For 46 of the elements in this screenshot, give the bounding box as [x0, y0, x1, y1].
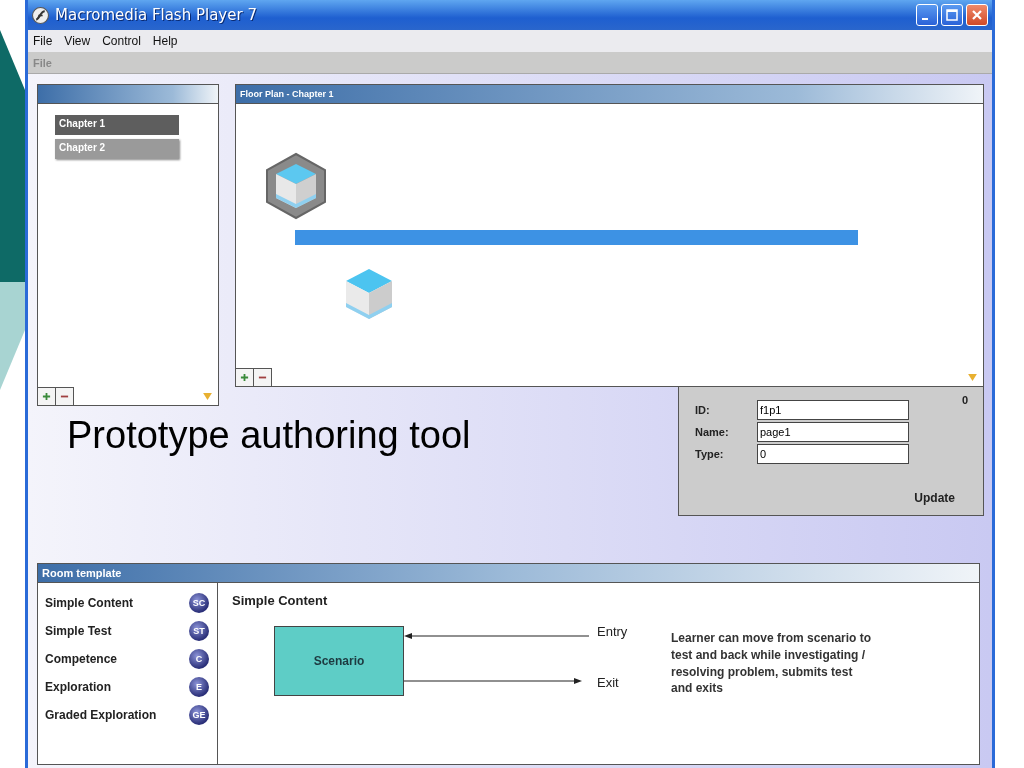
input-field[interactable]: f1p1 [757, 400, 909, 420]
menu-item[interactable]: File [33, 34, 53, 48]
counter: 0 [961, 394, 968, 406]
template-badge[interactable]: ST [189, 621, 209, 641]
template-item[interactable]: Graded Exploration [45, 708, 157, 722]
template-item[interactable]: Simple Test [45, 624, 112, 638]
template-description: Learner can move from scenario to test and back while investigating / resolving problem, submits test and exits [671, 630, 872, 698]
slide-caption: Prototype authoring tool [67, 414, 471, 457]
menu-item[interactable]: Help [152, 34, 178, 48]
close-button[interactable] [966, 4, 988, 26]
window-title: Macromedia Flash Player 7 [55, 6, 257, 24]
template-badge[interactable]: GE [189, 705, 209, 725]
menu-item[interactable]: Control [102, 34, 141, 48]
input-field[interactable]: 0 [757, 444, 909, 464]
remove-button[interactable] [254, 368, 272, 386]
template-item[interactable]: Exploration [45, 680, 111, 694]
template-badge[interactable]: C [189, 649, 209, 669]
remove-button[interactable] [56, 387, 74, 405]
template-item[interactable]: Competence [45, 652, 118, 666]
minimize-icon [922, 18, 928, 20]
update-button[interactable]: Update [914, 491, 955, 505]
scenario-box: Scenario [274, 626, 404, 696]
minimize-button[interactable] [916, 4, 938, 26]
panel-title: Room template [38, 564, 979, 583]
flash-logo-icon [32, 6, 49, 24]
field-label: Type: [695, 448, 725, 460]
field-label: Name: [695, 426, 730, 438]
add-button[interactable] [38, 387, 56, 405]
panel-title: Floor Plan - Chapter 1 [236, 85, 983, 104]
menu-item[interactable]: View [64, 34, 91, 48]
selected-room-icon[interactable] [264, 152, 328, 220]
template-title: Simple Content [232, 593, 329, 608]
add-button[interactable] [236, 368, 254, 386]
field-label: ID: [695, 404, 711, 416]
template-badge[interactable]: SC [189, 593, 209, 613]
exit-label: Exit [597, 675, 619, 690]
chapter-item[interactable]: Chapter 1 [55, 115, 179, 135]
template-badge[interactable]: E [189, 677, 209, 697]
entry-label: Entry [597, 624, 628, 639]
input-field[interactable]: page1 [757, 422, 909, 442]
maximize-icon [945, 8, 959, 22]
close-icon [970, 8, 984, 22]
template-item[interactable]: Simple Content [45, 596, 133, 610]
plus-icon [240, 373, 249, 382]
maximize-button[interactable] [941, 4, 963, 26]
plus-icon [42, 392, 51, 401]
